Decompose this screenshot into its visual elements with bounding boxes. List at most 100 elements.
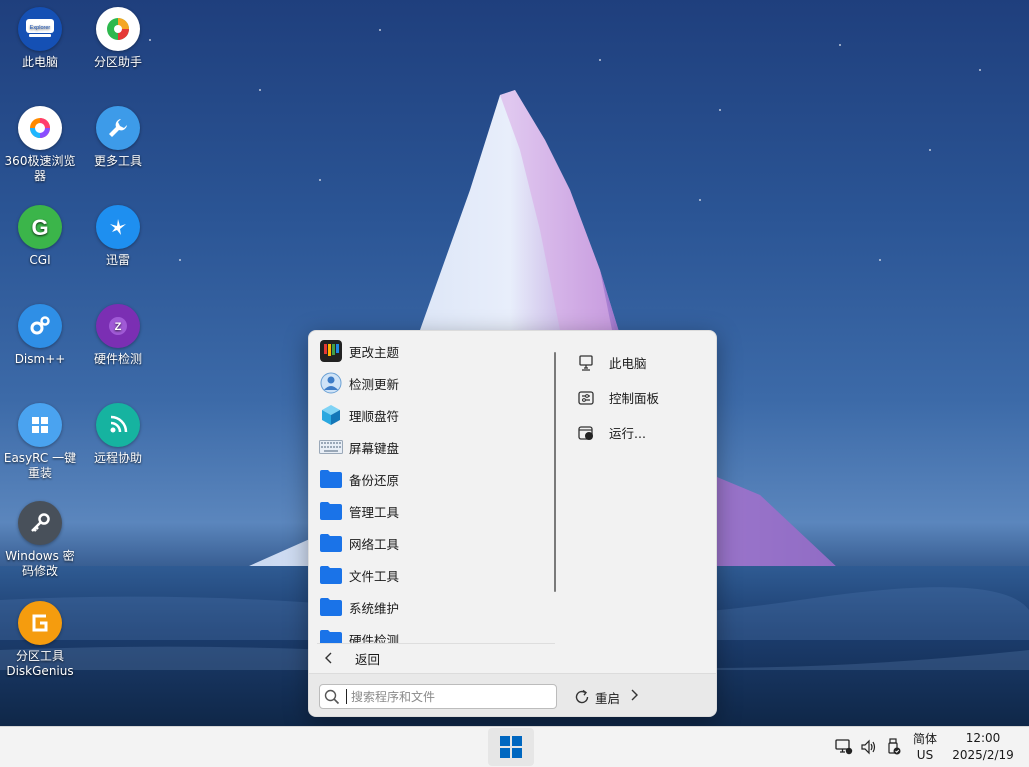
right-item-label: 运行... — [609, 426, 646, 441]
app-item-drive-letters[interactable]: 理顺盘符 — [309, 399, 555, 431]
desktop-icon-easyrc[interactable]: EasyRC 一键重装 — [0, 403, 80, 481]
gears-icon — [18, 304, 62, 348]
app-item-label: 更改主题 — [349, 344, 400, 360]
back-button[interactable]: 返回 — [317, 645, 380, 671]
restart-label: 重启 — [595, 690, 621, 706]
app-item-label: 硬件检测 — [349, 632, 400, 644]
start-menu-app-list: 更改主题 检测更新 理顺盘符 屏幕键盘 备份还原 管理工具 网络工具 文件工具 … — [309, 335, 555, 643]
power-options-button[interactable] — [629, 688, 639, 702]
windows-logo-icon — [500, 736, 522, 758]
app-item-admin-tools[interactable]: 管理工具 — [309, 495, 555, 527]
folder-icon — [319, 595, 343, 619]
back-label: 返回 — [355, 651, 381, 667]
computer-icon — [577, 354, 595, 372]
folder-icon — [319, 563, 343, 587]
search-icon — [324, 689, 340, 705]
app-list-divider — [317, 643, 555, 644]
browser-360-icon — [18, 106, 62, 150]
remote-assist-icon — [96, 403, 140, 447]
desktop-icon-label: 更多工具 — [93, 154, 142, 168]
desktop-icon-label: Windows 密码修改 — [5, 549, 75, 578]
input-method-indicator[interactable]: 简体 US — [913, 731, 937, 763]
desktop-icon-label: 远程协助 — [93, 451, 142, 465]
desktop-icon-remote-assist[interactable]: 远程协助 — [78, 403, 158, 466]
right-item-this-pc[interactable]: 此电脑 — [571, 345, 711, 380]
usb-safe-remove-icon[interactable] — [882, 735, 906, 759]
network-icon[interactable] — [832, 735, 856, 759]
app-list-scrollbar[interactable] — [554, 352, 556, 592]
desktop-icon-360-browser[interactable]: 360极速浏览器 — [0, 106, 80, 184]
restart-button[interactable]: 重启 — [573, 686, 620, 708]
desktop-icon-windows-password[interactable]: Windows 密码修改 — [0, 501, 80, 579]
desktop-icon-label: 迅雷 — [105, 253, 130, 267]
restart-icon — [573, 688, 591, 706]
desktop-icon-cgi[interactable]: G CGI — [0, 205, 80, 268]
app-item-label: 网络工具 — [349, 536, 400, 552]
update-user-icon — [319, 371, 343, 395]
run-icon — [577, 424, 595, 442]
chevron-left-icon — [317, 652, 341, 664]
volume-icon[interactable] — [857, 735, 881, 759]
chevron-right-icon — [629, 688, 639, 702]
explorer-icon: Explorer — [18, 7, 62, 51]
desktop-icon-diskgenius[interactable]: 分区工具DiskGenius — [0, 601, 80, 679]
clock-time: 12:00 — [965, 731, 1001, 745]
desktop-icon-thunder[interactable]: 迅雷 — [78, 205, 158, 268]
search-box[interactable] — [319, 684, 557, 709]
hardware-detect-icon: Z — [96, 304, 140, 348]
diskgenius-icon — [18, 601, 62, 645]
desktop-icon-partition-assistant[interactable]: 分区助手 — [78, 7, 158, 70]
app-item-screen-keyboard[interactable]: 屏幕键盘 — [309, 431, 555, 463]
app-item-label: 检测更新 — [349, 376, 400, 392]
desktop-icon-hardware-detect[interactable]: Z 硬件检测 — [78, 304, 158, 367]
right-item-run[interactable]: 运行... — [571, 415, 711, 450]
app-item-check-update[interactable]: 检测更新 — [309, 367, 555, 399]
app-item-file-tools[interactable]: 文件工具 — [309, 559, 555, 591]
svg-text:G: G — [31, 215, 48, 240]
app-item-label: 屏幕键盘 — [349, 440, 400, 456]
theme-icon — [319, 339, 343, 363]
desktop-icon-label: 硬件检测 — [93, 352, 142, 366]
folder-icon — [319, 499, 343, 523]
clock-date: 2025/2/19 — [952, 748, 1014, 762]
folder-icon — [319, 627, 343, 643]
desktop-icon-label: 分区助手 — [93, 55, 142, 69]
system-tray: 简体 US 12:00 2025/2/19 — [832, 727, 1029, 767]
start-menu-right-panel: 此电脑 控制面板 运行... — [571, 345, 711, 450]
start-menu: 更改主题 检测更新 理顺盘符 屏幕键盘 备份还原 管理工具 网络工具 文件工具 … — [308, 330, 717, 717]
svg-text:Z: Z — [115, 321, 122, 333]
clock[interactable]: 12:00 2025/2/19 — [951, 730, 1015, 764]
partition-assistant-icon — [96, 7, 140, 51]
app-item-backup-restore[interactable]: 备份还原 — [309, 463, 555, 495]
ime-layout: US — [916, 748, 934, 762]
right-item-control-panel[interactable]: 控制面板 — [571, 380, 711, 415]
keyboard-icon — [319, 435, 343, 459]
key-icon — [18, 501, 62, 545]
desktop-icon-this-pc[interactable]: Explorer 此电脑 — [0, 7, 80, 70]
app-item-network-tools[interactable]: 网络工具 — [309, 527, 555, 559]
app-item-label: 备份还原 — [349, 472, 400, 488]
control-panel-icon — [577, 389, 595, 407]
cgi-icon: G — [18, 205, 62, 249]
right-item-label: 控制面板 — [609, 391, 660, 406]
app-item-hardware-detect[interactable]: 硬件检测 — [309, 623, 555, 643]
folder-icon — [319, 531, 343, 555]
app-item-label: 系统维护 — [349, 600, 400, 616]
desktop-icon-label: 360极速浏览器 — [4, 154, 76, 183]
start-button[interactable] — [488, 728, 534, 766]
folder-icon — [319, 467, 343, 491]
ime-language: 简体 — [912, 732, 937, 746]
desktop-icon-label: 此电脑 — [21, 55, 58, 69]
app-item-system-maintenance[interactable]: 系统维护 — [309, 591, 555, 623]
taskbar: 简体 US 12:00 2025/2/19 — [0, 726, 1029, 767]
svg-text:Explorer: Explorer — [30, 25, 51, 31]
app-item-label: 理顺盘符 — [349, 408, 400, 424]
app-item-label: 管理工具 — [349, 504, 400, 520]
search-input[interactable] — [346, 689, 546, 704]
desktop-icon-more-tools[interactable]: 更多工具 — [78, 106, 158, 169]
desktop-icon-label: 分区工具DiskGenius — [6, 649, 74, 678]
app-item-change-theme[interactable]: 更改主题 — [309, 335, 555, 367]
desktop-icon-label: CGI — [29, 253, 51, 267]
desktop-icon-dism[interactable]: Dism++ — [0, 304, 80, 367]
app-item-label: 文件工具 — [349, 568, 400, 584]
